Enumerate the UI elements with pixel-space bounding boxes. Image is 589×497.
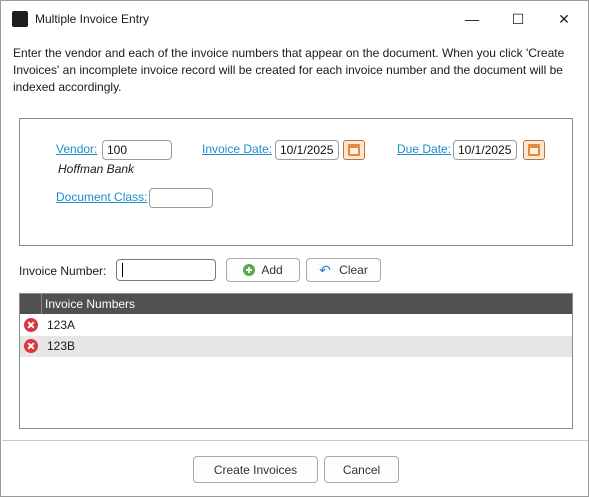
calendar-icon: [348, 144, 360, 156]
due-date-link[interactable]: Due Date:: [397, 142, 451, 156]
clear-button[interactable]: ↶ Clear: [306, 258, 381, 282]
add-button-label: Add: [261, 263, 283, 277]
invoice-details-panel: [19, 118, 573, 246]
invoice-date-calendar-button[interactable]: [343, 140, 365, 160]
invoice-number-input[interactable]: [116, 259, 216, 281]
calendar-icon: [528, 144, 540, 156]
due-date-field[interactable]: 10/1/2025: [453, 140, 517, 160]
minimize-button[interactable]: —: [449, 1, 495, 37]
document-class-link[interactable]: Document Class:: [56, 190, 147, 204]
invoice-date-field[interactable]: 10/1/2025: [275, 140, 339, 160]
cancel-label: Cancel: [342, 462, 381, 477]
invoice-number-cell: 123A: [47, 318, 76, 332]
close-button[interactable]: ✕: [541, 1, 587, 37]
instructions-text: Enter the vendor and each of the invoice…: [13, 46, 565, 94]
add-button[interactable]: Add: [226, 258, 300, 282]
close-icon: ✕: [558, 10, 570, 27]
maximize-button[interactable]: ☐: [495, 1, 541, 37]
invoice-numbers-grid[interactable]: Invoice Numbers 123A 123B: [19, 293, 573, 429]
minimize-icon: —: [465, 11, 479, 27]
text-cursor: [122, 263, 123, 277]
table-row[interactable]: 123A: [20, 315, 572, 336]
dialog-window: Multiple Invoice Entry — ☐ ✕ Enter the v…: [0, 0, 589, 497]
undo-icon: ↶: [319, 262, 331, 278]
create-invoices-label: Create Invoices: [213, 462, 298, 477]
delete-icon[interactable]: [24, 339, 38, 353]
table-row[interactable]: 123B: [20, 336, 572, 357]
invoice-number-cell: 123B: [47, 339, 76, 353]
clear-button-label: Clear: [339, 263, 368, 277]
footer-divider: [2, 440, 588, 441]
title-bar: Multiple Invoice Entry — ☐ ✕: [1, 1, 588, 37]
vendor-name: Hoffman Bank: [58, 162, 135, 176]
window-title: Multiple Invoice Entry: [35, 12, 150, 26]
invoice-date-link[interactable]: Invoice Date:: [202, 142, 272, 156]
add-icon: [243, 264, 256, 276]
create-invoices-button[interactable]: Create Invoices: [193, 456, 318, 483]
app-icon: [12, 11, 28, 27]
maximize-icon: ☐: [511, 10, 525, 27]
due-date-calendar-button[interactable]: [523, 140, 545, 160]
vendor-field[interactable]: 100: [102, 140, 172, 160]
grid-header-label: Invoice Numbers: [45, 297, 136, 311]
grid-header: Invoice Numbers: [20, 294, 572, 314]
document-class-field[interactable]: [149, 188, 213, 208]
vendor-link[interactable]: Vendor:: [56, 142, 97, 156]
cancel-button[interactable]: Cancel: [324, 456, 399, 483]
grid-header-gutter: [20, 294, 42, 314]
invoice-number-label: Invoice Number:: [19, 264, 107, 278]
delete-icon[interactable]: [24, 318, 38, 332]
